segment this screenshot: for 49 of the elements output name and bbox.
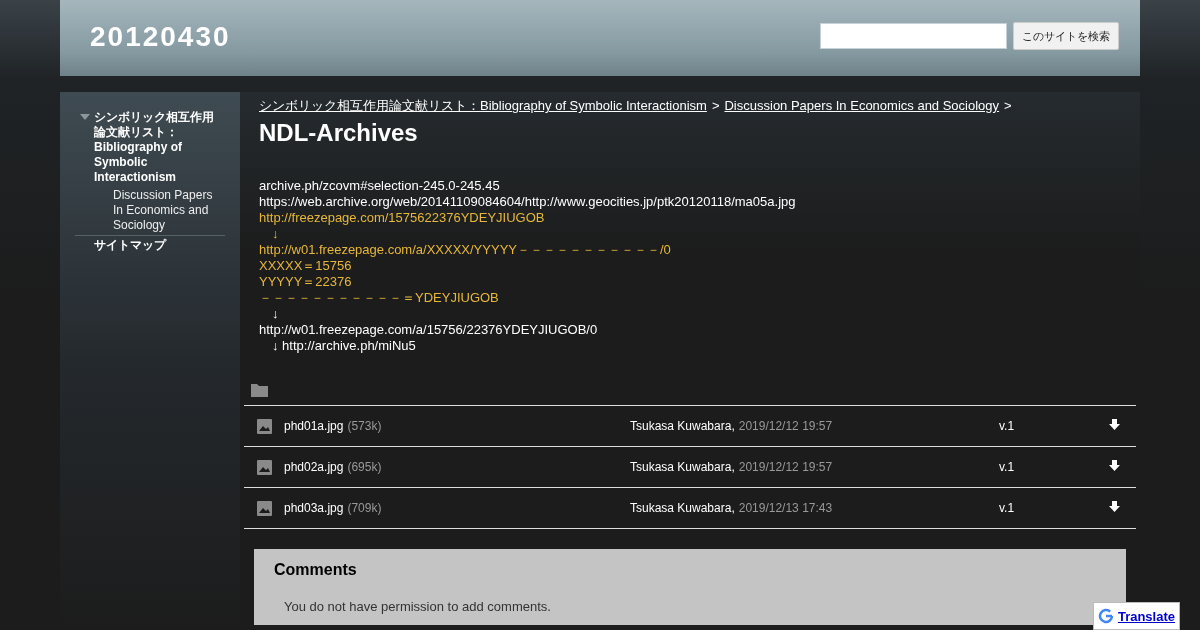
image-icon (257, 500, 272, 516)
comments-heading: Comments (274, 561, 358, 579)
body-text-line: ↓ (271, 306, 280, 322)
translate-link[interactable]: Translate (1117, 608, 1175, 624)
body-text-line: YYYYY＝22376 (259, 274, 353, 290)
body-text-line: http://w01.freezepage.com/a/15756/22376YDEYJIUGOB/0 (259, 322, 599, 338)
file-name-link[interactable]: phd02a.jpg (284, 460, 344, 474)
download-icon[interactable] (1109, 418, 1120, 431)
file-size: (709k) (347, 501, 382, 515)
breadcrumb-separator: > (1004, 98, 1012, 113)
sidebar-item[interactable]: シンボリック相互作用論文献リスト：Bibliography of Symbolic Interactionism (94, 110, 225, 185)
breadcrumb-separator: > (711, 98, 720, 113)
upload-date: 2019/12/13 17:43 (738, 501, 833, 515)
version-link[interactable]: v.1 (999, 501, 1109, 515)
translate-widget[interactable]: Translate (1092, 602, 1180, 630)
version-link[interactable]: v.1 (999, 460, 1109, 474)
version-link[interactable]: v.1 (999, 419, 1109, 433)
body-text-line: ↓ (271, 226, 280, 242)
image-icon (257, 459, 272, 475)
image-icon (257, 418, 272, 434)
upload-date: 2019/12/12 19:57 (738, 419, 833, 433)
search-button[interactable]: このサイトを検索 (1013, 22, 1119, 50)
file-name-link[interactable]: phd01a.jpg (284, 419, 344, 433)
sidebar-item[interactable]: Discussion Papers In Economics and Sociology (75, 188, 225, 235)
breadcrumb-link[interactable]: シンボリック相互作用論文献リスト：Bibliography of Symbolic Interactionism (259, 98, 707, 113)
body-text-line: http://freezepage.com/1575622376YDEYJIUGOB (259, 210, 546, 226)
body-text-line: XXXXX＝15756 (259, 258, 353, 274)
permission-message: You do not have permission to add comments. (284, 599, 552, 614)
upload-date: 2019/12/12 19:57 (738, 460, 833, 474)
body-text-line: archive.ph/zcovm#selection-245.0-245.45 (259, 178, 501, 194)
folder-icon (251, 383, 268, 397)
body-text-line: http://w01.freezepage.com/a/XXXXX/YYYYY－－－－－－－－－－－/0 (259, 242, 672, 258)
file-size: (573k) (347, 419, 382, 433)
collapse-triangle-icon[interactable] (80, 114, 90, 120)
author-name: Tsukasa Kuwabara, (630, 501, 735, 515)
sidebar-item[interactable]: サイトマップ (94, 238, 166, 253)
file-name-link[interactable]: phd03a.jpg (284, 501, 344, 515)
page-title: NDL-Archives (259, 118, 419, 148)
g-logo-icon (1097, 608, 1114, 624)
body-text-line: ↓ http://archive.ph/miNu5 (271, 338, 417, 354)
breadcrumb-link[interactable]: Discussion Papers In Economics and Sociology (724, 98, 1000, 113)
body-text-line: https://web.archive.org/web/20141109084604/http://www.geocities.jp/ptk20120118/ma05a.jpg (259, 194, 797, 210)
download-icon[interactable] (1109, 500, 1120, 513)
download-icon[interactable] (1109, 459, 1120, 472)
search-field[interactable] (820, 23, 1007, 49)
author-name: Tsukasa Kuwabara, (630, 419, 735, 433)
file-size: (695k) (347, 460, 382, 474)
author-name: Tsukasa Kuwabara, (630, 460, 735, 474)
body-text-line: －－－－－－－－－－－＝YDEYJIUGOB (259, 290, 500, 306)
